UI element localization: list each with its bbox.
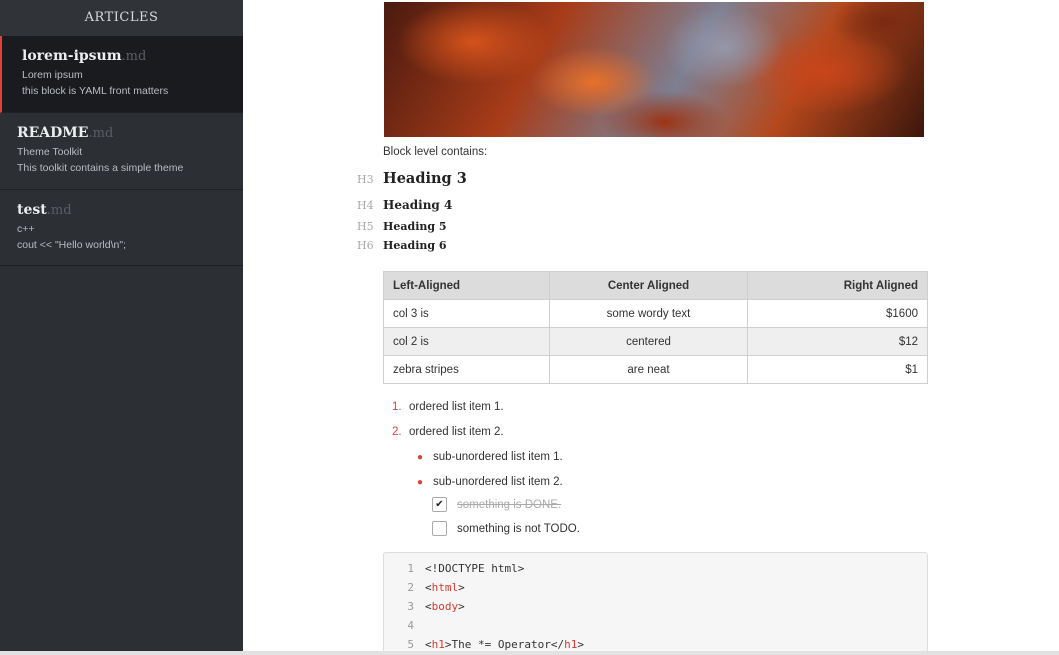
- table-header-cell: Center Aligned: [548, 271, 749, 300]
- table-header-cell: Left-Aligned: [383, 271, 550, 300]
- article-item-readme[interactable]: README.md Theme Toolkit This toolkit con…: [0, 113, 243, 190]
- task-item: ✔ something is DONE.: [432, 497, 580, 521]
- table-cell: col 3 is: [383, 299, 550, 328]
- sidebar-header: ARTICLES: [0, 0, 243, 36]
- code-tag: html: [431, 581, 459, 594]
- hero-image: [384, 2, 924, 137]
- table-cell: are neat: [548, 355, 749, 384]
- code-text: <!DOCTYPE html>: [425, 562, 525, 575]
- code-text: >The *= Operator</: [444, 638, 565, 651]
- line-number: 1: [407, 562, 414, 575]
- table-row: col 3 is some wordy text $1600: [383, 299, 928, 328]
- editor-content[interactable]: Block level contains: H3 Heading 3 H4 Head…: [243, 0, 1059, 655]
- list-item-text: sub-unordered list item 1.: [433, 451, 563, 463]
- markdown-table: Left-Aligned Center Aligned Right Aligne…: [383, 271, 928, 384]
- code-text: <: [425, 581, 432, 594]
- article-summary-line: this block is YAML front matters: [22, 85, 169, 97]
- code-line: 3 <body>: [384, 597, 927, 616]
- code-block[interactable]: 1 <!DOCTYPE html> 2 <html> 3 <body> 4 5 <h1>…: [383, 552, 928, 655]
- heading-6: H6 Heading 6: [357, 239, 447, 252]
- table-cell: col 2 is: [383, 327, 550, 356]
- code-tag: h1: [431, 638, 445, 651]
- heading-text: Heading 5: [383, 220, 447, 233]
- code-text: <: [425, 600, 432, 613]
- list-number: 2.: [392, 426, 402, 438]
- table-header-cell: Right Aligned: [747, 271, 928, 300]
- heading-4: H4 Heading 4: [357, 198, 452, 212]
- list-item: 2. ordered list item 2.: [392, 423, 504, 448]
- article-ext: .md: [121, 49, 147, 64]
- article-title: README.md: [17, 123, 226, 144]
- table-cell: zebra stripes: [383, 355, 550, 384]
- article-ext: .md: [88, 126, 114, 141]
- heading-marker: H5: [357, 220, 374, 233]
- article-summary-line: Lorem ipsum: [22, 69, 83, 81]
- heading-marker: H3: [357, 173, 374, 186]
- list-item: ● sub-unordered list item 1.: [417, 448, 563, 473]
- table-row: col 2 is centered $12: [383, 327, 928, 356]
- list-item: 1. ordered list item 1.: [392, 398, 504, 423]
- task-list: ✔ something is DONE. something is not TOD…: [432, 497, 580, 545]
- article-summary-line: Theme Toolkit: [17, 146, 83, 158]
- code-tag: body: [431, 600, 459, 613]
- code-line: 1 <!DOCTYPE html>: [384, 559, 927, 578]
- task-item: something is not TODO.: [432, 521, 580, 545]
- heading-text: Heading 3: [383, 170, 467, 187]
- block-level-text: Block level contains:: [383, 146, 488, 158]
- heading-3: H3 Heading 3: [357, 170, 467, 187]
- heading-5: H5 Heading 5: [357, 220, 447, 233]
- table-cell: $12: [747, 327, 928, 356]
- line-number: 3: [407, 600, 414, 613]
- task-checkbox[interactable]: [432, 521, 447, 537]
- article-title: test.md: [17, 200, 226, 221]
- code-text: <: [425, 638, 432, 651]
- ordered-list: 1. ordered list item 1. 2. ordered list it…: [392, 398, 504, 448]
- bullet-icon: ●: [417, 477, 424, 488]
- code-text: >: [458, 581, 465, 594]
- task-checkbox-checked[interactable]: ✔: [432, 497, 447, 513]
- article-item-test[interactable]: test.md c++ cout << "Hello world\n";: [0, 190, 243, 266]
- task-text: something is DONE.: [457, 499, 562, 511]
- table-cell: $1: [747, 355, 928, 384]
- article-ext: .md: [46, 203, 72, 218]
- article-name: test: [17, 202, 47, 218]
- table-header-row: Left-Aligned Center Aligned Right Aligne…: [383, 271, 928, 300]
- heading-text: Heading 4: [383, 198, 453, 212]
- list-item-text: ordered list item 1.: [409, 401, 504, 413]
- code-tag: h1: [564, 638, 578, 651]
- article-title: lorem-ipsum.md: [22, 46, 226, 67]
- article-list: lorem-ipsum.md Lorem ipsum this block is…: [0, 36, 243, 266]
- task-text: something is not TODO.: [457, 523, 580, 535]
- line-number: 4: [407, 619, 414, 632]
- table-cell: $1600: [747, 299, 928, 328]
- code-text: >: [577, 638, 584, 651]
- bullet-icon: ●: [417, 452, 424, 463]
- list-item-text: ordered list item 2.: [409, 426, 504, 438]
- table-cell: centered: [548, 327, 749, 356]
- heading-marker: H6: [357, 239, 374, 252]
- code-line: 4: [384, 616, 927, 635]
- sidebar: ARTICLES lorem-ipsum.md Lorem ipsum this…: [0, 0, 243, 655]
- line-number: 2: [407, 581, 414, 594]
- code-text: >: [458, 600, 465, 613]
- code-line: 2 <html>: [384, 578, 927, 597]
- heading-text: Heading 6: [383, 239, 447, 252]
- article-name: lorem-ipsum: [22, 48, 122, 64]
- list-number: 1.: [392, 401, 402, 413]
- list-item-text: sub-unordered list item 2.: [433, 476, 563, 488]
- horizontal-scrollbar[interactable]: [0, 651, 1059, 655]
- list-item: ● sub-unordered list item 2.: [417, 473, 563, 498]
- unordered-list: ● sub-unordered list item 1. ● sub-unorder…: [417, 448, 563, 498]
- table-row: zebra stripes are neat $1: [383, 355, 928, 384]
- article-summary-line: cout << "Hello world\n";: [17, 239, 127, 251]
- article-summary-line: This toolkit contains a simple theme: [17, 162, 184, 174]
- article-item-lorem-ipsum[interactable]: lorem-ipsum.md Lorem ipsum this block is…: [0, 36, 243, 113]
- article-name: README: [17, 125, 89, 141]
- article-summary-line: c++: [17, 223, 35, 235]
- heading-marker: H4: [357, 199, 374, 212]
- table-cell: some wordy text: [548, 299, 749, 328]
